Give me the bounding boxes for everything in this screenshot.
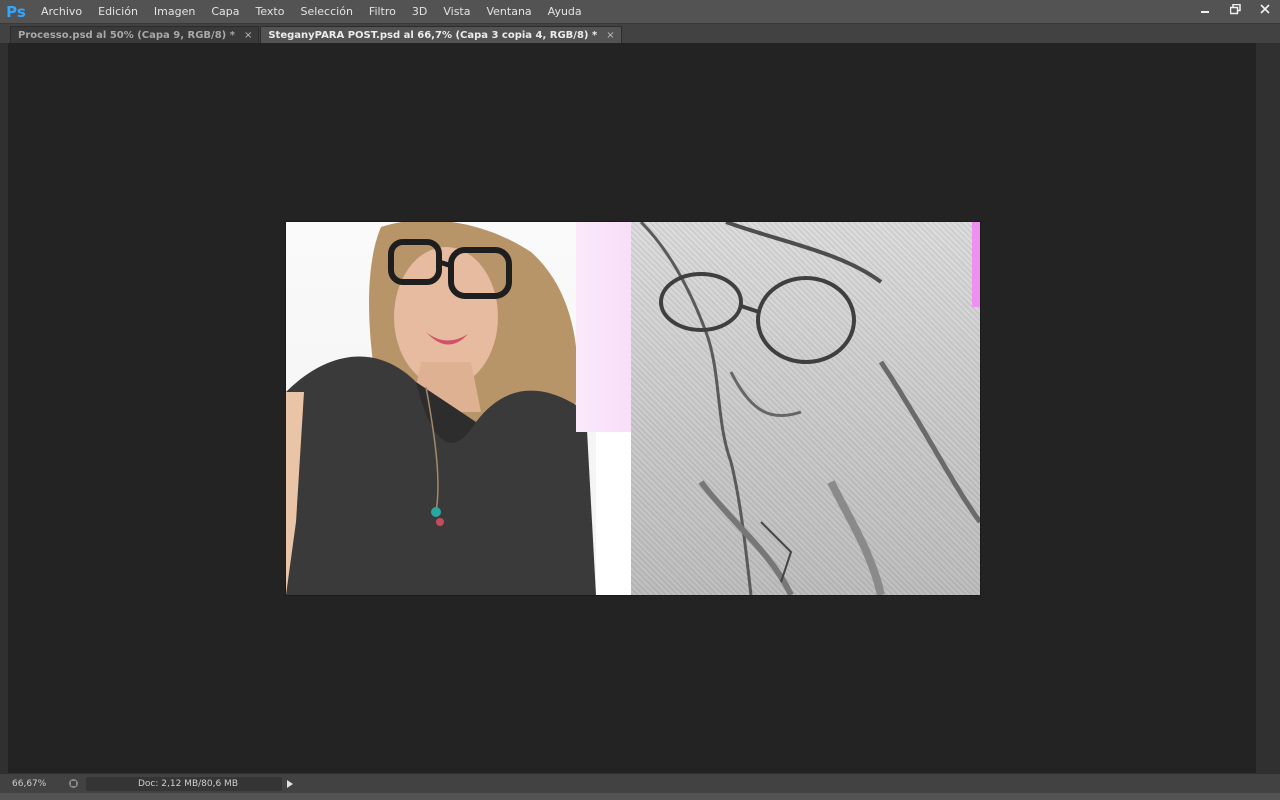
photoshop-window: Ps Archivo Edición Imagen Capa Texto Sel… (0, 0, 1280, 800)
document-size-info[interactable]: Doc: 2,12 MB/80,6 MB (86, 776, 282, 791)
document-profile-icon[interactable] (66, 777, 80, 791)
tab-label: Processo.psd al 50% (Capa 9, RGB/8) * (18, 29, 235, 41)
restore-button[interactable] (1220, 0, 1250, 18)
status-bar: 66,67% Doc: 2,12 MB/80,6 MB (0, 773, 1280, 793)
restore-icon (1229, 3, 1241, 14)
menu-edicion[interactable]: Edición (90, 0, 146, 24)
menu-ventana[interactable]: Ventana (478, 0, 539, 24)
pink-edge-strip (972, 222, 980, 307)
menu-texto[interactable]: Texto (248, 0, 293, 24)
menu-imagen[interactable]: Imagen (146, 0, 203, 24)
tab-close-icon[interactable]: × (244, 30, 252, 41)
menu-seleccion[interactable]: Selección (292, 0, 360, 24)
close-button[interactable] (1250, 0, 1280, 18)
document-tab-bar: Processo.psd al 50% (Capa 9, RGB/8) * × … (0, 24, 1280, 43)
photo-layer (286, 222, 596, 595)
embossed-layer (631, 222, 980, 595)
tab-processo[interactable]: Processo.psd al 50% (Capa 9, RGB/8) * × (10, 26, 260, 43)
menu-capa[interactable]: Capa (203, 0, 247, 24)
zoom-level[interactable]: 66,67% (0, 779, 60, 789)
tab-close-icon[interactable]: × (606, 30, 614, 41)
window-controls (1190, 0, 1280, 20)
menu-items: Archivo Edición Imagen Capa Texto Selecc… (33, 0, 590, 24)
embossed-portrait (639, 222, 980, 595)
ps-logo: Ps (6, 2, 26, 21)
minimize-button[interactable] (1190, 0, 1220, 18)
document-canvas[interactable] (286, 222, 980, 595)
tab-stegany-para-post[interactable]: SteganyPARA POST.psd al 66,7% (Capa 3 co… (260, 26, 622, 43)
menu-3d[interactable]: 3D (404, 0, 435, 24)
right-panel-edge (1256, 43, 1280, 773)
status-menu-arrow-icon[interactable] (286, 777, 296, 791)
menu-filtro[interactable]: Filtro (361, 0, 404, 24)
tab-label: SteganyPARA POST.psd al 66,7% (Capa 3 co… (268, 29, 598, 41)
close-icon (1260, 4, 1270, 14)
minimize-icon (1201, 11, 1209, 13)
menu-bar: Ps Archivo Edición Imagen Capa Texto Sel… (0, 0, 1280, 24)
left-panel-edge (0, 43, 8, 773)
menu-archivo[interactable]: Archivo (33, 0, 90, 24)
menu-vista[interactable]: Vista (435, 0, 478, 24)
portrait-photo (286, 222, 596, 595)
bottom-strip (0, 793, 1280, 800)
menu-ayuda[interactable]: Ayuda (540, 0, 590, 24)
